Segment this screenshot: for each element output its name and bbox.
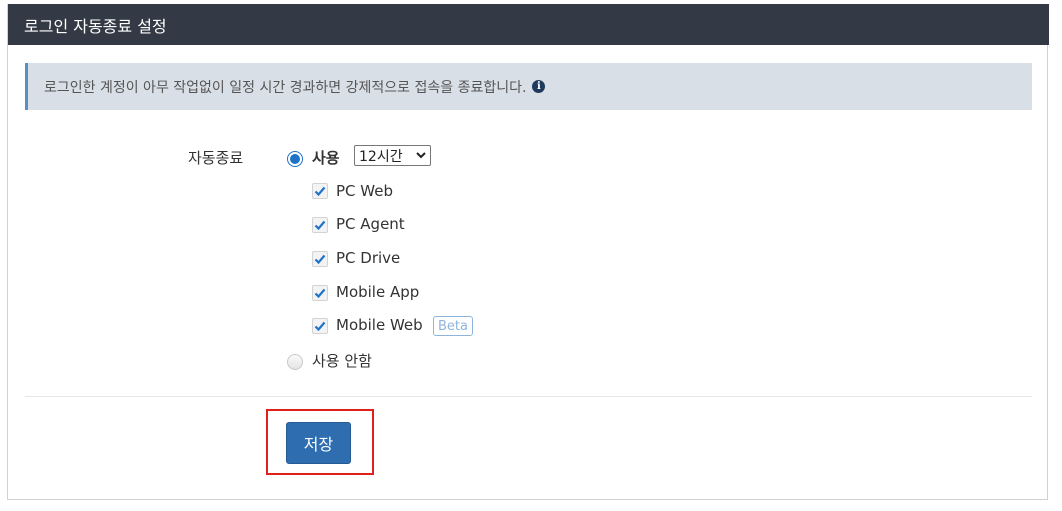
auto-logout-panel: 로그인 자동종료 설정 로그인한 계정이 아무 작업없이 일정 시간 경과하면 … bbox=[7, 4, 1049, 500]
mobile-web-label: Mobile Web bbox=[336, 316, 423, 334]
check-icon bbox=[314, 288, 326, 299]
beta-badge: Beta bbox=[433, 316, 473, 336]
pc-web-checkbox[interactable] bbox=[312, 183, 328, 199]
check-icon bbox=[314, 254, 326, 265]
pc-web-label: PC Web bbox=[336, 182, 393, 200]
mobile-app-label: Mobile App bbox=[336, 283, 420, 301]
check-icon bbox=[314, 186, 326, 197]
mobile-app-checkbox[interactable] bbox=[312, 285, 328, 301]
notice-box: 로그인한 계정이 아무 작업없이 일정 시간 경과하면 강제적으로 접속을 종료… bbox=[25, 63, 1032, 110]
notice-text: 로그인한 계정이 아무 작업없이 일정 시간 경과하면 강제적으로 접속을 종료… bbox=[44, 79, 527, 96]
no-use-radio-label: 사용 안함 bbox=[312, 352, 372, 370]
use-radio[interactable] bbox=[287, 151, 303, 167]
info-icon[interactable]: i bbox=[532, 80, 546, 93]
divider bbox=[25, 396, 1032, 397]
save-button[interactable]: 저장 bbox=[286, 422, 351, 464]
check-icon bbox=[314, 321, 326, 332]
mobile-web-checkbox[interactable] bbox=[312, 318, 328, 334]
timeout-select[interactable]: 12시간 bbox=[354, 145, 431, 166]
pc-agent-label: PC Agent bbox=[336, 215, 405, 233]
pc-drive-checkbox[interactable] bbox=[312, 251, 328, 267]
auto-logout-label: 자동종료 bbox=[188, 149, 244, 167]
pc-drive-label: PC Drive bbox=[336, 249, 401, 267]
pc-agent-checkbox[interactable] bbox=[312, 217, 328, 233]
use-radio-label: 사용 bbox=[312, 149, 340, 167]
chevron-down-icon bbox=[416, 152, 426, 159]
no-use-radio[interactable] bbox=[287, 354, 303, 370]
panel-header: 로그인 자동종료 설정 bbox=[8, 4, 1049, 45]
page-title: 로그인 자동종료 설정 bbox=[24, 16, 167, 36]
timeout-select-value: 12시간 bbox=[359, 148, 403, 165]
check-icon bbox=[314, 220, 326, 231]
